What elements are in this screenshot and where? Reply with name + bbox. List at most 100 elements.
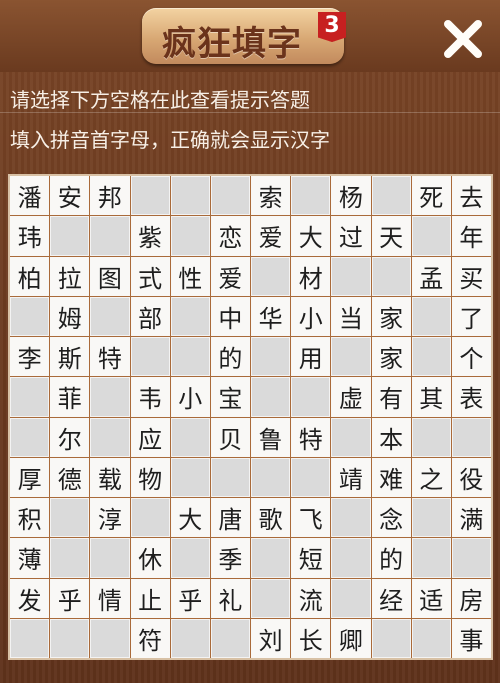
- board-cell-empty[interactable]: [50, 498, 90, 538]
- board-cell-filled[interactable]: 发: [10, 578, 50, 618]
- board-cell-filled[interactable]: 邦: [90, 176, 130, 216]
- board-cell-empty[interactable]: [90, 216, 130, 256]
- board-cell-filled[interactable]: 本: [371, 417, 411, 457]
- board-cell-filled[interactable]: 房: [451, 578, 491, 618]
- board-cell-filled[interactable]: 华: [251, 296, 291, 336]
- board-cell-filled[interactable]: 图: [90, 256, 130, 296]
- board-cell-filled[interactable]: 安: [50, 176, 90, 216]
- board-cell-filled[interactable]: 爱: [210, 256, 250, 296]
- board-cell-filled[interactable]: 韦: [130, 377, 170, 417]
- board-cell-filled[interactable]: 恋: [210, 216, 250, 256]
- board-cell-filled[interactable]: 止: [130, 578, 170, 618]
- board-cell-filled[interactable]: 家: [371, 296, 411, 336]
- board-cell-filled[interactable]: 菲: [50, 377, 90, 417]
- board-cell-filled[interactable]: 潘: [10, 176, 50, 216]
- board-cell-filled[interactable]: 长: [291, 618, 331, 658]
- board-cell-empty[interactable]: [331, 578, 371, 618]
- board-cell-empty[interactable]: [170, 538, 210, 578]
- board-cell-empty[interactable]: [371, 176, 411, 216]
- board-cell-filled[interactable]: 淳: [90, 498, 130, 538]
- board-cell-filled[interactable]: 厚: [10, 457, 50, 497]
- board-cell-filled[interactable]: 事: [451, 618, 491, 658]
- board-cell-filled[interactable]: 个: [451, 337, 491, 377]
- board-cell-filled[interactable]: 载: [90, 457, 130, 497]
- board-cell-empty[interactable]: [50, 538, 90, 578]
- board-cell-empty[interactable]: [210, 457, 250, 497]
- board-cell-filled[interactable]: 乎: [50, 578, 90, 618]
- board-cell-filled[interactable]: 拉: [50, 256, 90, 296]
- board-cell-filled[interactable]: 姆: [50, 296, 90, 336]
- board-cell-filled[interactable]: 小: [170, 377, 210, 417]
- board-cell-empty[interactable]: [331, 417, 371, 457]
- board-cell-filled[interactable]: 式: [130, 256, 170, 296]
- board-cell-filled[interactable]: 难: [371, 457, 411, 497]
- board-cell-filled[interactable]: 用: [291, 337, 331, 377]
- board-cell-empty[interactable]: [90, 618, 130, 658]
- board-cell-empty[interactable]: [331, 498, 371, 538]
- board-cell-filled[interactable]: 紫: [130, 216, 170, 256]
- board-cell-filled[interactable]: 斯: [50, 337, 90, 377]
- board-cell-filled[interactable]: 其: [411, 377, 451, 417]
- board-cell-empty[interactable]: [411, 417, 451, 457]
- board-cell-filled[interactable]: 歌: [251, 498, 291, 538]
- board-cell-filled[interactable]: 家: [371, 337, 411, 377]
- board-cell-empty[interactable]: [170, 457, 210, 497]
- board-cell-filled[interactable]: 去: [451, 176, 491, 216]
- board-cell-filled[interactable]: 玮: [10, 216, 50, 256]
- board-cell-filled[interactable]: 天: [371, 216, 411, 256]
- board-cell-empty[interactable]: [170, 618, 210, 658]
- board-cell-empty[interactable]: [90, 417, 130, 457]
- board-cell-empty[interactable]: [411, 538, 451, 578]
- board-cell-empty[interactable]: [50, 618, 90, 658]
- board-cell-filled[interactable]: 过: [331, 216, 371, 256]
- board-cell-filled[interactable]: 礼: [210, 578, 250, 618]
- board-cell-filled[interactable]: 卿: [331, 618, 371, 658]
- board-cell-empty[interactable]: [331, 538, 371, 578]
- board-cell-empty[interactable]: [411, 337, 451, 377]
- board-cell-filled[interactable]: 虚: [331, 377, 371, 417]
- board-cell-empty[interactable]: [170, 216, 210, 256]
- board-cell-empty[interactable]: [251, 457, 291, 497]
- board-cell-empty[interactable]: [170, 337, 210, 377]
- board-cell-filled[interactable]: 唐: [210, 498, 250, 538]
- board-cell-filled[interactable]: 贝: [210, 417, 250, 457]
- board-cell-empty[interactable]: [50, 216, 90, 256]
- board-cell-filled[interactable]: 买: [451, 256, 491, 296]
- board-cell-empty[interactable]: [251, 578, 291, 618]
- board-cell-filled[interactable]: 表: [451, 377, 491, 417]
- board-cell-filled[interactable]: 之: [411, 457, 451, 497]
- board-cell-empty[interactable]: [130, 176, 170, 216]
- board-cell-filled[interactable]: 经: [371, 578, 411, 618]
- board-cell-filled[interactable]: 役: [451, 457, 491, 497]
- board-cell-filled[interactable]: 应: [130, 417, 170, 457]
- board-cell-filled[interactable]: 当: [331, 296, 371, 336]
- board-cell-filled[interactable]: 刘: [251, 618, 291, 658]
- board-cell-empty[interactable]: [251, 337, 291, 377]
- board-cell-empty[interactable]: [251, 256, 291, 296]
- board-cell-filled[interactable]: 薄: [10, 538, 50, 578]
- board-cell-empty[interactable]: [251, 377, 291, 417]
- board-cell-filled[interactable]: 飞: [291, 498, 331, 538]
- board-cell-empty[interactable]: [291, 377, 331, 417]
- board-cell-filled[interactable]: 情: [90, 578, 130, 618]
- board-cell-filled[interactable]: 适: [411, 578, 451, 618]
- board-cell-filled[interactable]: 材: [291, 256, 331, 296]
- board-cell-empty[interactable]: [130, 337, 170, 377]
- board-cell-filled[interactable]: 季: [210, 538, 250, 578]
- board-cell-filled[interactable]: 的: [371, 538, 411, 578]
- board-cell-empty[interactable]: [411, 618, 451, 658]
- board-cell-filled[interactable]: 大: [291, 216, 331, 256]
- board-cell-filled[interactable]: 部: [130, 296, 170, 336]
- board-cell-filled[interactable]: 德: [50, 457, 90, 497]
- board-cell-filled[interactable]: 鲁: [251, 417, 291, 457]
- board-cell-empty[interactable]: [170, 417, 210, 457]
- board-cell-filled[interactable]: 短: [291, 538, 331, 578]
- board-cell-filled[interactable]: 尔: [50, 417, 90, 457]
- board-cell-filled[interactable]: 李: [10, 337, 50, 377]
- board-cell-empty[interactable]: [90, 296, 130, 336]
- board-cell-empty[interactable]: [170, 176, 210, 216]
- board-cell-empty[interactable]: [331, 256, 371, 296]
- board-cell-empty[interactable]: [371, 256, 411, 296]
- board-cell-empty[interactable]: [210, 176, 250, 216]
- board-cell-empty[interactable]: [331, 337, 371, 377]
